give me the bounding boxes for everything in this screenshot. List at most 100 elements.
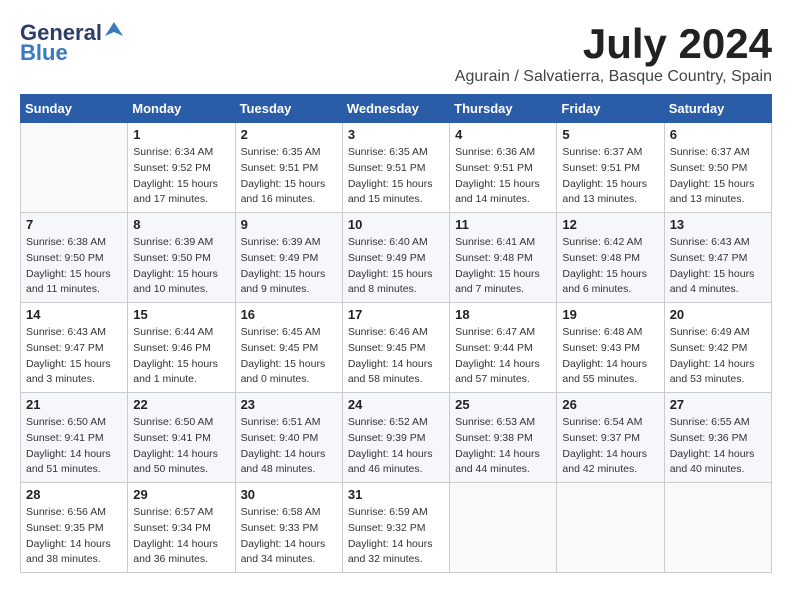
day-info: Sunrise: 6:52 AMSunset: 9:39 PMDaylight:… xyxy=(348,415,444,478)
day-info: Sunrise: 6:48 AMSunset: 9:43 PMDaylight:… xyxy=(562,325,658,388)
day-info: Sunrise: 6:50 AMSunset: 9:41 PMDaylight:… xyxy=(26,415,122,478)
weekday-header-row: SundayMondayTuesdayWednesdayThursdayFrid… xyxy=(21,95,772,123)
day-info: Sunrise: 6:39 AMSunset: 9:50 PMDaylight:… xyxy=(133,235,229,298)
week-row-3: 14 Sunrise: 6:43 AMSunset: 9:47 PMDayligh… xyxy=(21,303,772,393)
day-info: Sunrise: 6:53 AMSunset: 9:38 PMDaylight:… xyxy=(455,415,551,478)
calendar-cell xyxy=(557,483,664,573)
day-number: 1 xyxy=(133,127,229,142)
day-info: Sunrise: 6:40 AMSunset: 9:49 PMDaylight:… xyxy=(348,235,444,298)
calendar-cell xyxy=(21,123,128,213)
day-info: Sunrise: 6:45 AMSunset: 9:45 PMDaylight:… xyxy=(241,325,337,388)
calendar-cell: 21 Sunrise: 6:50 AMSunset: 9:41 PMDayligh… xyxy=(21,393,128,483)
calendar-cell: 13 Sunrise: 6:43 AMSunset: 9:47 PMDayligh… xyxy=(664,213,771,303)
weekday-header-sunday: Sunday xyxy=(21,95,128,123)
day-number: 4 xyxy=(455,127,551,142)
day-number: 3 xyxy=(348,127,444,142)
day-info: Sunrise: 6:46 AMSunset: 9:45 PMDaylight:… xyxy=(348,325,444,388)
calendar-cell: 17 Sunrise: 6:46 AMSunset: 9:45 PMDayligh… xyxy=(342,303,449,393)
logo-blue: Blue xyxy=(20,40,68,66)
day-info: Sunrise: 6:57 AMSunset: 9:34 PMDaylight:… xyxy=(133,505,229,568)
day-number: 31 xyxy=(348,487,444,502)
week-row-2: 7Sunrise: 6:38 AMSunset: 9:50 PMDaylight… xyxy=(21,213,772,303)
day-info: Sunrise: 6:47 AMSunset: 9:44 PMDaylight:… xyxy=(455,325,551,388)
day-info: Sunrise: 6:54 AMSunset: 9:37 PMDaylight:… xyxy=(562,415,658,478)
calendar-cell: 5Sunrise: 6:37 AMSunset: 9:51 PMDaylight… xyxy=(557,123,664,213)
day-number: 21 xyxy=(26,397,122,412)
calendar-cell xyxy=(450,483,557,573)
day-info: Sunrise: 6:59 AMSunset: 9:32 PMDaylight:… xyxy=(348,505,444,568)
calendar-cell: 3 Sunrise: 6:35 AMSunset: 9:51 PMDaylight… xyxy=(342,123,449,213)
title-area: July 2024 Agurain / Salvatierra, Basque … xyxy=(455,20,772,86)
weekday-header-tuesday: Tuesday xyxy=(235,95,342,123)
day-info: Sunrise: 6:43 AMSunset: 9:47 PMDaylight:… xyxy=(670,235,766,298)
calendar-cell: 28Sunrise: 6:56 AMSunset: 9:35 PMDayligh… xyxy=(21,483,128,573)
day-info: Sunrise: 6:51 AMSunset: 9:40 PMDaylight:… xyxy=(241,415,337,478)
day-info: Sunrise: 6:44 AMSunset: 9:46 PMDaylight:… xyxy=(133,325,229,388)
day-number: 17 xyxy=(348,307,444,322)
calendar-cell: 7Sunrise: 6:38 AMSunset: 9:50 PMDaylight… xyxy=(21,213,128,303)
day-number: 5 xyxy=(562,127,658,142)
day-number: 13 xyxy=(670,217,766,232)
calendar-cell: 15 Sunrise: 6:44 AMSunset: 9:46 PMDayligh… xyxy=(128,303,235,393)
day-number: 6 xyxy=(670,127,766,142)
day-number: 24 xyxy=(348,397,444,412)
day-number: 14 xyxy=(26,307,122,322)
day-number: 16 xyxy=(241,307,337,322)
calendar-cell: 11Sunrise: 6:41 AMSunset: 9:48 PMDayligh… xyxy=(450,213,557,303)
day-number: 20 xyxy=(670,307,766,322)
day-info: Sunrise: 6:55 AMSunset: 9:36 PMDaylight:… xyxy=(670,415,766,478)
day-info: Sunrise: 6:39 AMSunset: 9:49 PMDaylight:… xyxy=(241,235,337,298)
calendar-table: SundayMondayTuesdayWednesdayThursdayFrid… xyxy=(20,94,772,573)
week-row-5: 28Sunrise: 6:56 AMSunset: 9:35 PMDayligh… xyxy=(21,483,772,573)
calendar-cell: 29Sunrise: 6:57 AMSunset: 9:34 PMDayligh… xyxy=(128,483,235,573)
day-number: 11 xyxy=(455,217,551,232)
day-number: 9 xyxy=(241,217,337,232)
day-info: Sunrise: 6:35 AMSunset: 9:51 PMDaylight:… xyxy=(348,145,444,208)
calendar-cell: 6Sunrise: 6:37 AMSunset: 9:50 PMDaylight… xyxy=(664,123,771,213)
week-row-1: 1 Sunrise: 6:34 AMSunset: 9:52 PMDaylight… xyxy=(21,123,772,213)
day-number: 19 xyxy=(562,307,658,322)
logo-bird-icon xyxy=(103,20,125,42)
day-number: 26 xyxy=(562,397,658,412)
calendar-cell: 1 Sunrise: 6:34 AMSunset: 9:52 PMDaylight… xyxy=(128,123,235,213)
calendar-cell: 14 Sunrise: 6:43 AMSunset: 9:47 PMDayligh… xyxy=(21,303,128,393)
day-info: Sunrise: 6:49 AMSunset: 9:42 PMDaylight:… xyxy=(670,325,766,388)
calendar-cell: 23 Sunrise: 6:51 AMSunset: 9:40 PMDayligh… xyxy=(235,393,342,483)
day-info: Sunrise: 6:43 AMSunset: 9:47 PMDaylight:… xyxy=(26,325,122,388)
week-row-4: 21 Sunrise: 6:50 AMSunset: 9:41 PMDayligh… xyxy=(21,393,772,483)
calendar-cell: 9 Sunrise: 6:39 AMSunset: 9:49 PMDaylight… xyxy=(235,213,342,303)
calendar-cell: 30Sunrise: 6:58 AMSunset: 9:33 PMDayligh… xyxy=(235,483,342,573)
day-number: 12 xyxy=(562,217,658,232)
calendar-cell: 18Sunrise: 6:47 AMSunset: 9:44 PMDayligh… xyxy=(450,303,557,393)
calendar-cell: 20 Sunrise: 6:49 AMSunset: 9:42 PMDayligh… xyxy=(664,303,771,393)
weekday-header-monday: Monday xyxy=(128,95,235,123)
calendar-cell: 24 Sunrise: 6:52 AMSunset: 9:39 PMDayligh… xyxy=(342,393,449,483)
calendar-cell: 27Sunrise: 6:55 AMSunset: 9:36 PMDayligh… xyxy=(664,393,771,483)
calendar-cell: 4Sunrise: 6:36 AMSunset: 9:51 PMDaylight… xyxy=(450,123,557,213)
day-number: 2 xyxy=(241,127,337,142)
weekday-header-saturday: Saturday xyxy=(664,95,771,123)
location-subtitle: Agurain / Salvatierra, Basque Country, S… xyxy=(455,68,772,86)
day-number: 7 xyxy=(26,217,122,232)
calendar-cell: 16 Sunrise: 6:45 AMSunset: 9:45 PMDayligh… xyxy=(235,303,342,393)
day-info: Sunrise: 6:34 AMSunset: 9:52 PMDaylight:… xyxy=(133,145,229,208)
header: General Blue July 2024 Agurain / Salvati… xyxy=(20,20,772,86)
weekday-header-friday: Friday xyxy=(557,95,664,123)
calendar-cell: 26 Sunrise: 6:54 AMSunset: 9:37 PMDayligh… xyxy=(557,393,664,483)
weekday-header-thursday: Thursday xyxy=(450,95,557,123)
day-info: Sunrise: 6:58 AMSunset: 9:33 PMDaylight:… xyxy=(241,505,337,568)
day-number: 28 xyxy=(26,487,122,502)
day-number: 25 xyxy=(455,397,551,412)
day-info: Sunrise: 6:35 AMSunset: 9:51 PMDaylight:… xyxy=(241,145,337,208)
day-info: Sunrise: 6:50 AMSunset: 9:41 PMDaylight:… xyxy=(133,415,229,478)
day-number: 22 xyxy=(133,397,229,412)
calendar-cell: 2 Sunrise: 6:35 AMSunset: 9:51 PMDaylight… xyxy=(235,123,342,213)
calendar-cell: 12Sunrise: 6:42 AMSunset: 9:48 PMDayligh… xyxy=(557,213,664,303)
calendar-cell: 25 Sunrise: 6:53 AMSunset: 9:38 PMDayligh… xyxy=(450,393,557,483)
calendar-cell: 10 Sunrise: 6:40 AMSunset: 9:49 PMDayligh… xyxy=(342,213,449,303)
day-number: 15 xyxy=(133,307,229,322)
calendar-cell xyxy=(664,483,771,573)
day-number: 8 xyxy=(133,217,229,232)
day-number: 10 xyxy=(348,217,444,232)
day-number: 23 xyxy=(241,397,337,412)
